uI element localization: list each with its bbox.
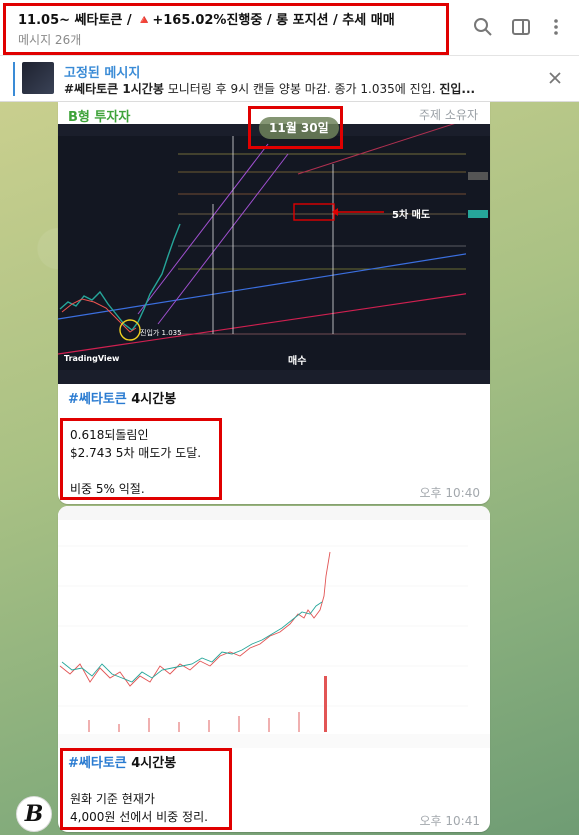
highlight-box-date: 11월 30일 [248, 106, 343, 149]
more-vertical-icon[interactable] [545, 16, 567, 38]
pinned-thumbnail [22, 62, 54, 94]
message-bubble[interactable]: B형 투자자 주제 소유자 5차 매도 진입가 1.035 매수 Trading… [58, 102, 490, 504]
avatar[interactable]: B [16, 796, 52, 832]
pinned-message-bar[interactable]: 고정된 메시지 #쎄타토큰 1시간봉 모니터링 후 9시 캔들 양봉 마감. 종… [0, 56, 579, 102]
message-bubble[interactable]: #쎄타토큰 4시간봉 원화 기준 현재가 4,000원 선에서 비중 정리. 오… [58, 506, 490, 832]
chart-buy-label: 매수 [288, 356, 307, 367]
search-icon[interactable] [472, 16, 494, 38]
admin-tag: 주제 소유자 [418, 108, 478, 122]
date-pill: 11월 30일 [259, 117, 339, 139]
chat-header[interactable]: 11.05~ 쎄타토큰 / 🔺+165.02%진행중 / 롱 포지션 / 추세 … [0, 0, 579, 56]
pinned-text: #쎄타토큰 1시간봉 모니터링 후 9시 캔들 양봉 마감. 종가 1.035에… [64, 82, 476, 96]
pinned-accent-line [13, 62, 15, 96]
message-line: 4,000원 선에서 비중 정리. [70, 810, 208, 824]
chart-entry-label: 진입가 1.035 [140, 329, 182, 337]
message-time: 오후 10:40 [419, 486, 480, 500]
chart-sell-label: 5차 매도 [392, 210, 431, 221]
message-time: 오후 10:41 [419, 814, 480, 828]
message-line: 0.618되돌림인 [70, 428, 149, 442]
chart-image[interactable] [58, 506, 490, 748]
chart-image[interactable]: 5차 매도 진입가 1.035 매수 TradingView [58, 124, 490, 384]
message-line: $2.743 5차 매도가 도달. [70, 446, 202, 460]
message-line: 원화 기준 현재가 [70, 792, 155, 806]
chat-title[interactable]: 11.05~ 쎄타토큰 / 🔺+165.02%진행중 / 롱 포지션 / 추세 … [18, 9, 395, 28]
sidebar-toggle-icon[interactable] [510, 16, 532, 38]
message-line: 비중 5% 익절. [70, 482, 145, 496]
pinned-label: 고정된 메시지 [64, 66, 141, 81]
tradingview-watermark: TradingView [64, 354, 120, 363]
message-hashtag[interactable]: #쎄타토큰 4시간봉 [68, 388, 176, 407]
close-icon[interactable] [547, 70, 563, 86]
member-count: 메시지 26개 [18, 33, 82, 47]
sender-name[interactable]: B형 투자자 [68, 106, 130, 125]
